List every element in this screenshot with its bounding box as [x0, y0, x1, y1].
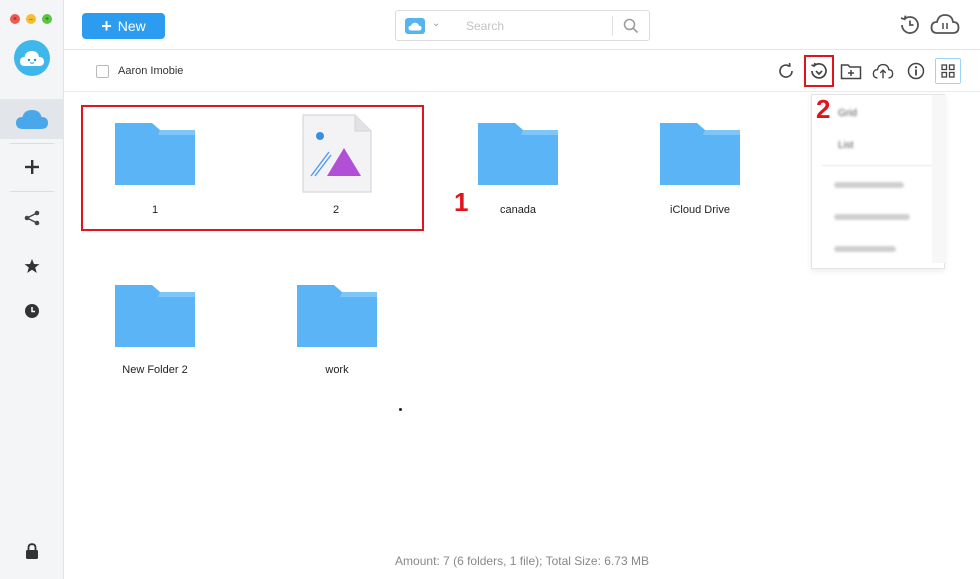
menu-divider [822, 165, 932, 166]
grid-view-icon [941, 64, 955, 78]
refresh-button[interactable] [775, 60, 797, 82]
search-input[interactable] [466, 17, 606, 35]
lock-icon [25, 542, 38, 559]
file-name: work [325, 364, 349, 376]
search-box: ⌄ [395, 10, 650, 41]
folder-icon [297, 285, 377, 347]
new-button-label: New [117, 18, 146, 34]
file-tile-folder-work[interactable]: work [262, 280, 412, 410]
sync-history-icon[interactable] [898, 13, 922, 37]
account-name: Aaron Imobie [118, 65, 184, 77]
window-minimize-button[interactable]: – [26, 14, 36, 24]
file-name: New Folder 2 [122, 364, 188, 376]
view-mode-button[interactable] [935, 58, 961, 84]
view-options-menu: Grid List [811, 94, 945, 269]
zoom-icon: + [44, 15, 50, 23]
cloud-icon [15, 110, 48, 129]
app-avatar[interactable] [14, 40, 50, 76]
sidebar-item-share[interactable] [0, 198, 63, 238]
sidebar: × – + [0, 0, 64, 579]
annotation-download-highlight [804, 55, 834, 87]
menu-scroll-area [932, 95, 945, 263]
folder-icon [660, 123, 740, 185]
file-tile-folder-new-folder-2[interactable]: New Folder 2 [80, 280, 230, 410]
close-icon: × [12, 15, 18, 23]
info-button[interactable] [905, 60, 927, 82]
path-bar: Aaron Imobie [64, 51, 980, 92]
sidebar-item-icloud[interactable] [0, 99, 63, 139]
new-folder-icon [840, 64, 862, 80]
upload-button[interactable] [872, 60, 894, 82]
cursor-dot [399, 408, 402, 411]
menu-item-list[interactable]: List [812, 131, 932, 161]
chevron-down-icon[interactable]: ⌄ [432, 18, 440, 29]
annotation-number-1: 1 [454, 187, 469, 217]
sidebar-item-add[interactable] [0, 147, 63, 187]
sidebar-divider [10, 143, 54, 144]
search-icon[interactable] [623, 18, 639, 34]
menu-item-option[interactable] [812, 233, 932, 263]
annotation-number-2: 2 [816, 94, 831, 124]
window-zoom-button[interactable]: + [42, 14, 52, 24]
search-divider [612, 16, 613, 36]
plus-icon: + [101, 16, 112, 36]
folder-icon [478, 123, 558, 185]
sidebar-divider [10, 191, 54, 192]
top-bar: + New ⌄ [64, 0, 980, 50]
new-button[interactable]: + New [82, 13, 165, 39]
annotation-selection-box [81, 105, 424, 231]
cloud-storage-icon[interactable] [930, 12, 960, 36]
share-icon [24, 210, 39, 226]
window-close-button[interactable]: × [10, 14, 20, 24]
clock-icon [24, 304, 39, 318]
file-tile-folder-icloud-drive[interactable]: iCloud Drive [625, 118, 775, 248]
refresh-icon [779, 62, 793, 78]
minimize-icon: – [29, 15, 33, 23]
file-tile-folder-canada[interactable]: canada [443, 118, 593, 248]
file-name: iCloud Drive [670, 204, 730, 216]
menu-item-sort[interactable] [812, 169, 932, 199]
sidebar-item-history[interactable] [0, 291, 63, 331]
plus-icon [24, 160, 39, 174]
cloud-icon [408, 22, 422, 30]
select-all-checkbox[interactable] [96, 65, 109, 78]
star-icon [24, 259, 39, 273]
menu-item-option[interactable] [812, 201, 932, 231]
source-cloud-icon[interactable] [405, 18, 425, 34]
folder-icon [115, 285, 195, 347]
cloud-upload-icon [872, 63, 894, 79]
sidebar-item-lock[interactable] [0, 531, 63, 571]
sidebar-item-favorites[interactable] [0, 246, 63, 286]
info-icon [907, 62, 925, 80]
cloud-face-icon [20, 51, 44, 66]
status-bar: Amount: 7 (6 folders, 1 file); Total Siz… [395, 554, 649, 568]
new-folder-button[interactable] [840, 60, 862, 82]
